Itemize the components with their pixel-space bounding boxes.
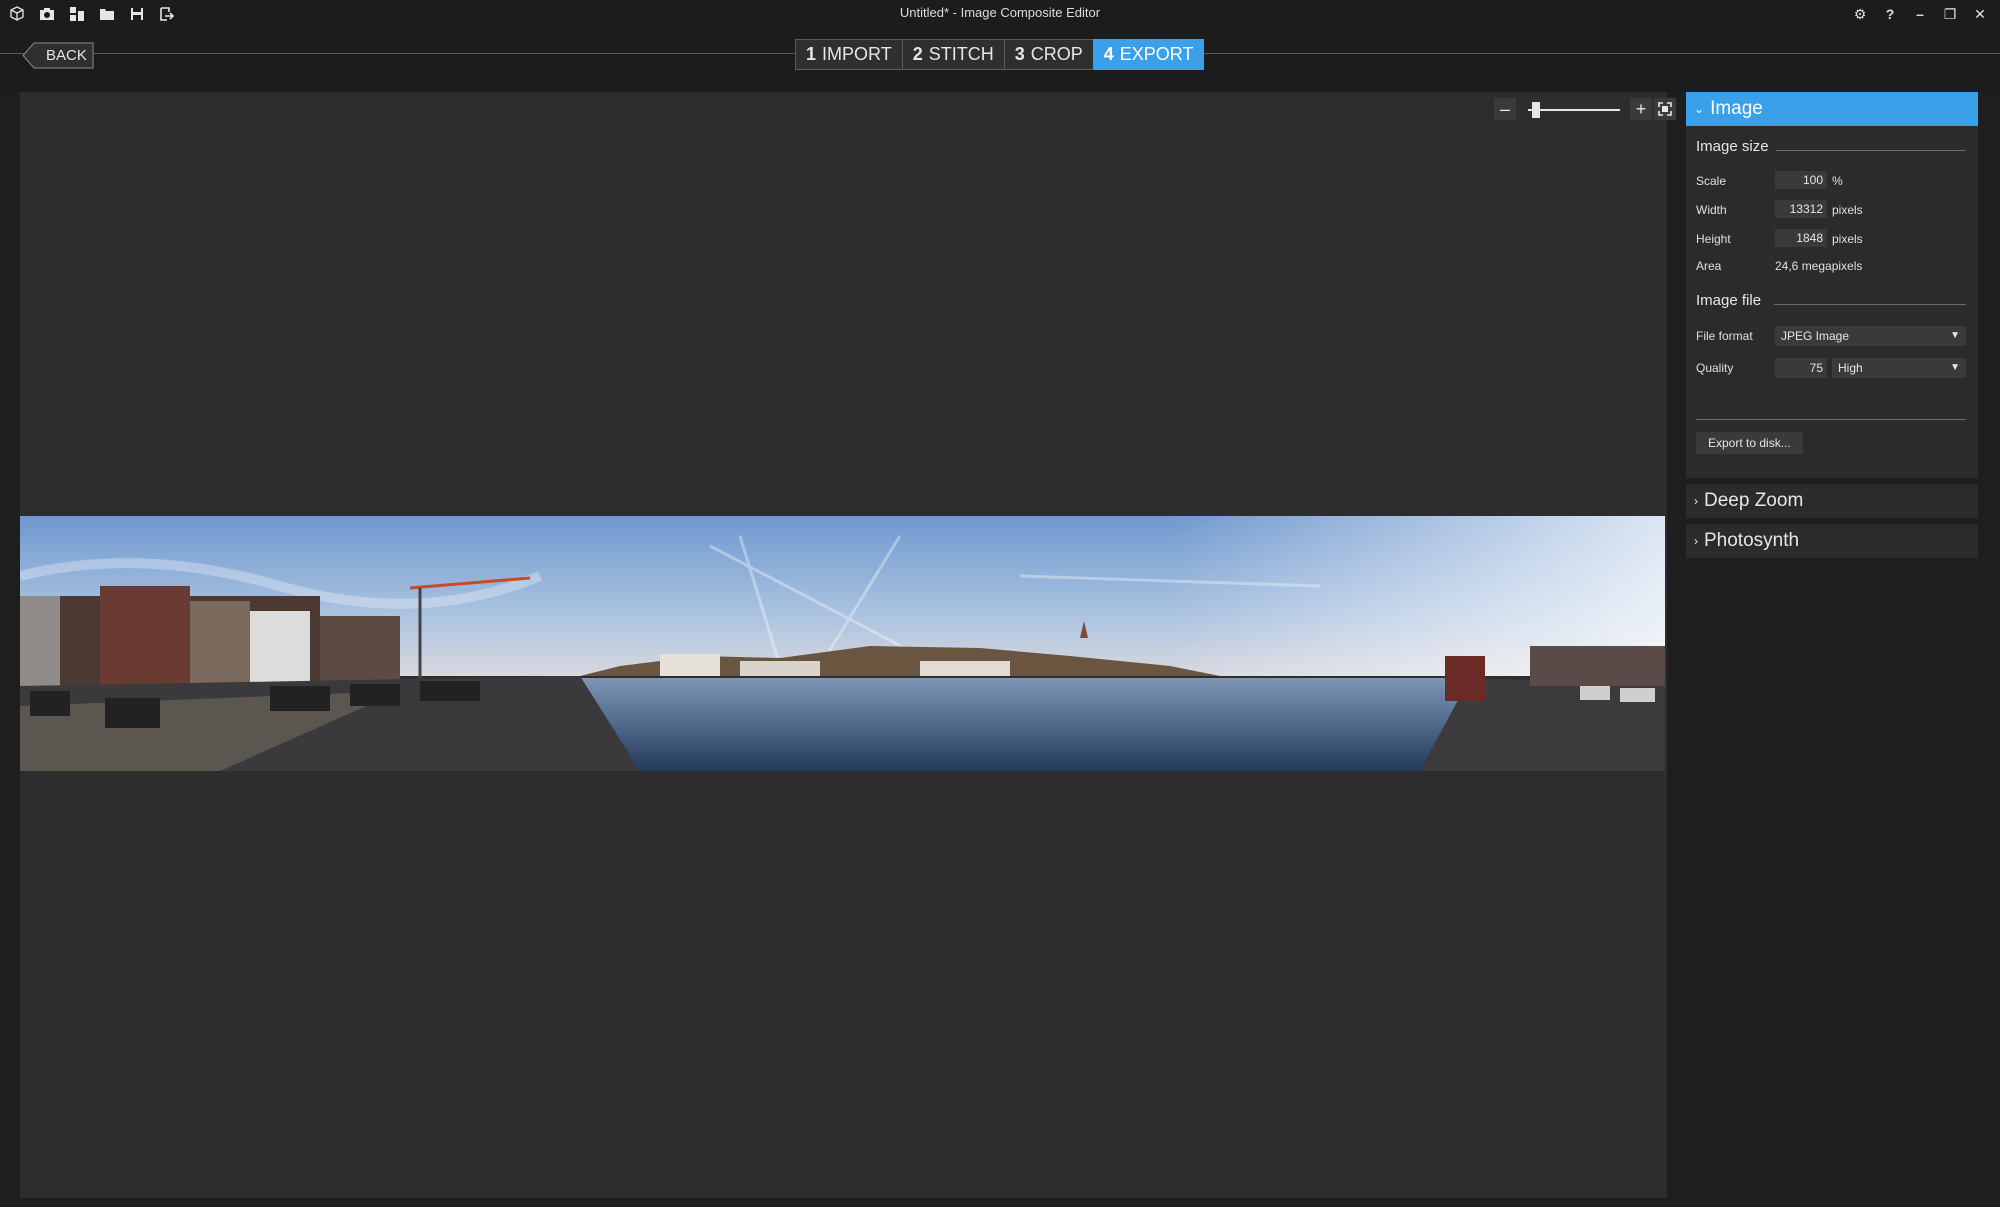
quality-level-select[interactable]: High ▼ [1832, 358, 1966, 378]
image-file-title: Image file [1696, 292, 1762, 309]
quality-level-value: High [1838, 361, 1863, 375]
step-label: EXPORT [1119, 44, 1194, 64]
chevron-down-icon: ▼ [1950, 362, 1960, 373]
image-section-header[interactable]: ⌄ Image [1686, 92, 1978, 126]
file-format-label: File format [1696, 329, 1753, 343]
scale-unit: % [1832, 174, 1843, 188]
deep-zoom-section-header[interactable]: › Deep Zoom [1686, 484, 1978, 518]
export-panel: ⌄ Image Image size Scale 100 % Width 133… [1686, 92, 1978, 558]
step-crop[interactable]: 3 CROP [1003, 39, 1094, 70]
deep-zoom-title: Deep Zoom [1704, 490, 1804, 511]
width-label: Width [1696, 203, 1727, 217]
file-format-select[interactable]: JPEG Image ▼ [1775, 326, 1966, 346]
step-label: CROP [1030, 44, 1083, 64]
image-size-divider [1776, 150, 1966, 151]
scale-label: Scale [1696, 174, 1727, 188]
image-section-body: Image size Scale 100 % Width 13312 pixel… [1686, 126, 1978, 478]
step-label: STITCH [928, 44, 994, 64]
width-unit: pixels [1832, 203, 1863, 217]
export-divider [1696, 419, 1966, 420]
zoom-out-button[interactable]: – [1494, 98, 1516, 120]
help-icon[interactable]: ? [1878, 3, 1902, 25]
quality-label: Quality [1696, 361, 1734, 375]
step-number: 3 [1014, 44, 1025, 64]
step-number: 1 [806, 44, 817, 64]
export-to-disk-button[interactable]: Export to disk... [1696, 432, 1803, 454]
preview-canvas[interactable]: – + [20, 92, 1676, 1198]
step-number: 2 [912, 44, 923, 64]
image-size-title: Image size [1696, 138, 1769, 155]
workflow-steps: 1 IMPORT 2 STITCH 3 CROP 4 EXPORT [795, 39, 1205, 70]
step-stitch[interactable]: 2 STITCH [901, 39, 1005, 70]
photosynth-section-header[interactable]: › Photosynth [1686, 524, 1978, 558]
height-input[interactable]: 1848 [1775, 229, 1827, 247]
zoom-in-button[interactable]: + [1630, 98, 1652, 120]
area-value: 24,6 megapixels [1775, 259, 1863, 273]
window-title: Untitled* - Image Composite Editor [899, 5, 1101, 20]
back-label: BACK [46, 47, 87, 64]
file-format-value: JPEG Image [1781, 329, 1850, 343]
window-controls: ⚙ ? – ❐ ✕ [1848, 3, 1992, 25]
quality-input[interactable]: 75 [1775, 358, 1827, 378]
title-bar: Untitled* - Image Composite Editor ⚙ ? –… [0, 0, 2000, 28]
step-number: 4 [1103, 44, 1114, 64]
zoom-control: – + [1494, 98, 1676, 122]
step-import[interactable]: 1 IMPORT [795, 39, 903, 70]
maximize-icon[interactable]: ❐ [1938, 3, 1962, 25]
back-button[interactable]: BACK [22, 42, 94, 69]
height-unit: pixels [1832, 232, 1863, 246]
image-section-title: Image [1710, 98, 1763, 119]
scale-input[interactable]: 100 [1775, 171, 1827, 189]
step-label: IMPORT [822, 44, 892, 64]
close-icon[interactable]: ✕ [1968, 3, 1992, 25]
minimize-icon[interactable]: – [1908, 3, 1932, 25]
height-label: Height [1696, 232, 1731, 246]
fit-to-window-icon[interactable] [1654, 98, 1676, 120]
zoom-slider-track[interactable] [1528, 109, 1620, 111]
chevron-down-icon: ⌄ [1694, 102, 1705, 116]
chevron-right-icon: › [1694, 494, 1698, 508]
photosynth-title: Photosynth [1704, 530, 1800, 551]
chevron-right-icon: › [1694, 534, 1698, 548]
zoom-slider-thumb[interactable] [1532, 102, 1540, 118]
settings-icon[interactable]: ⚙ [1848, 3, 1872, 25]
panorama-image [20, 516, 1665, 771]
step-export[interactable]: 4 EXPORT [1092, 39, 1205, 70]
width-input[interactable]: 13312 [1775, 200, 1827, 218]
area-label: Area [1696, 259, 1722, 273]
chevron-down-icon: ▼ [1950, 330, 1960, 341]
workflow-bar: BACK 1 IMPORT 2 STITCH 3 CROP 4 EXPORT [0, 28, 2000, 92]
image-file-divider [1774, 304, 1966, 305]
